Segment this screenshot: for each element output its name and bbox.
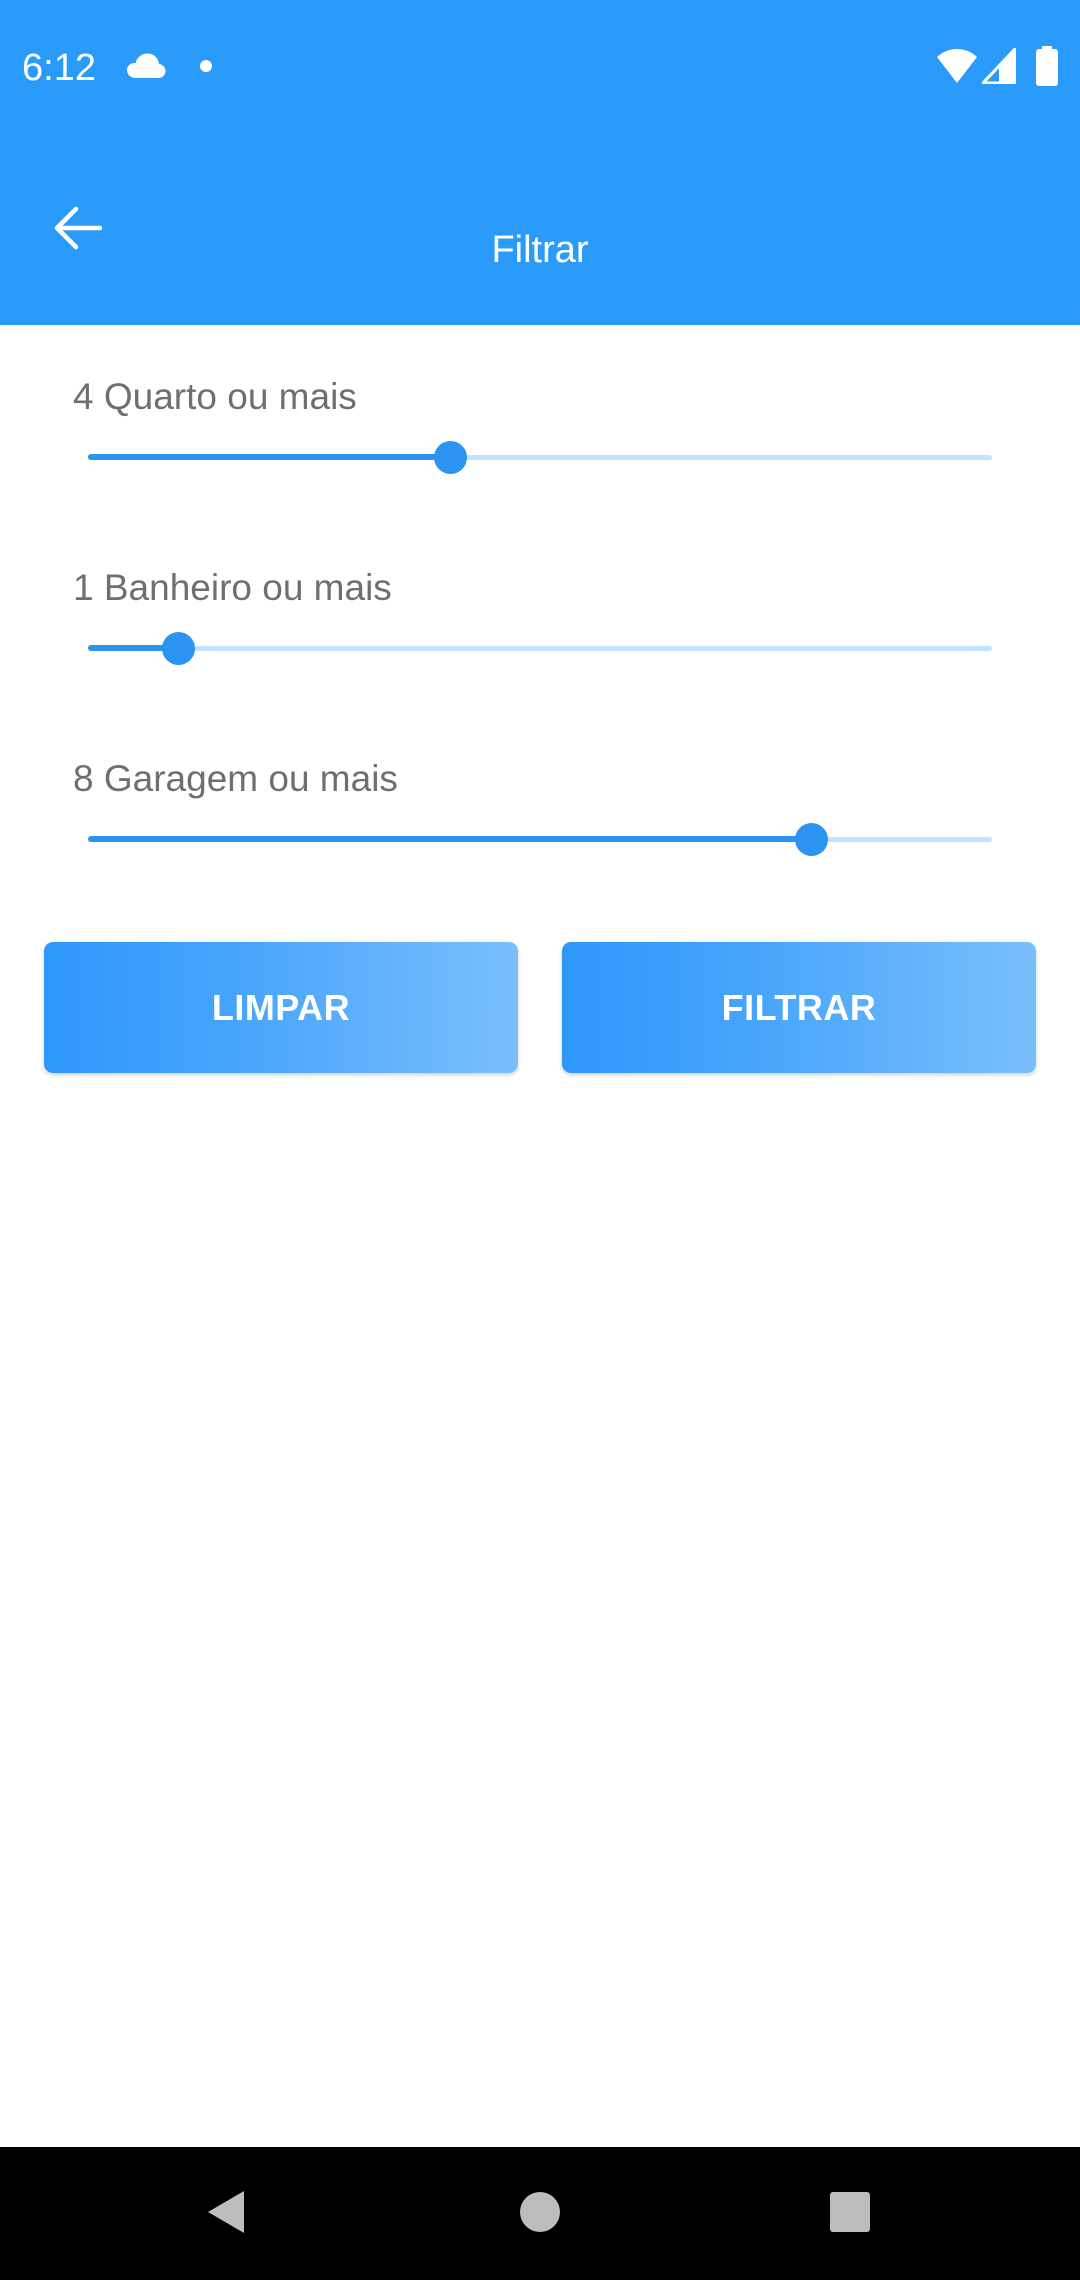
garage-slider[interactable] [88,823,992,856]
page-title: Filtrar [491,229,589,271]
battery-icon [1036,46,1058,86]
slider-fill [88,454,450,460]
bedrooms-slider[interactable] [88,441,992,474]
bedrooms-filter: 4 Quarto ou mais [0,374,1080,534]
status-bar: 6:12 [0,0,1080,136]
garage-label: 8 Garagem ou mais [73,758,398,799]
bathrooms-slider[interactable] [88,632,992,665]
status-time: 6:12 [22,47,96,89]
home-circle-icon [520,2192,560,2232]
app-bar: Filtrar [0,136,1080,325]
clear-button[interactable]: LIMPAR [44,942,518,1073]
bedrooms-label: 4 Quarto ou mais [73,376,357,417]
cloud-icon [127,53,166,78]
wifi-icon [937,49,977,83]
back-triangle-icon [208,2191,244,2233]
slider-thumb[interactable] [433,441,467,474]
filter-button[interactable]: FILTRAR [562,942,1036,1073]
slider-thumb[interactable] [162,632,196,665]
slider-track [88,646,992,651]
garage-filter: 8 Garagem ou mais [0,756,1080,916]
signal-icon [982,48,1016,84]
slider-thumb[interactable] [795,823,829,856]
nav-back-button[interactable] [171,2157,281,2267]
arrow-back-icon [54,206,102,250]
bathrooms-filter: 1 Banheiro ou mais [0,565,1080,725]
recents-square-icon [830,2192,870,2232]
back-button[interactable] [26,176,130,280]
slider-fill [88,836,812,842]
notification-dot-icon [200,60,212,72]
navigation-bar [0,2147,1080,2280]
nav-recents-button[interactable] [795,2157,905,2267]
bathrooms-label: 1 Banheiro ou mais [73,567,392,608]
nav-home-button[interactable] [485,2157,595,2267]
